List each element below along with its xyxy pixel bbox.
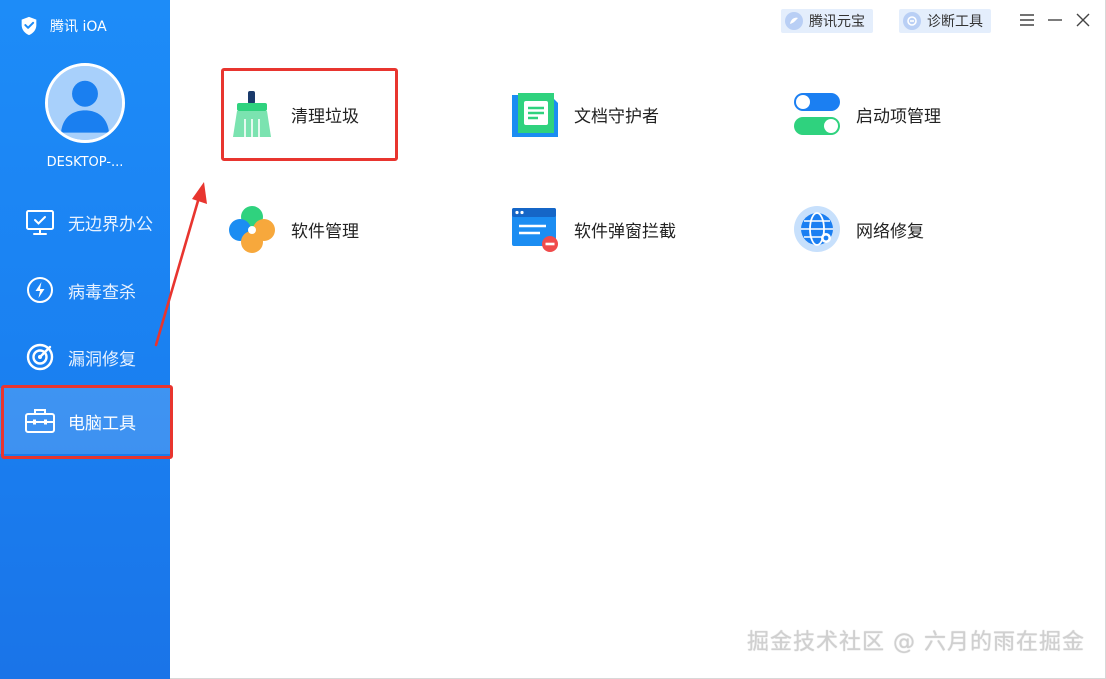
sidebar-item-antivirus[interactable]: 病毒查杀 [0,257,170,323]
broom-icon [227,89,277,139]
app-window: 腾讯 iOA DESKTOP-... 无边界办公 病毒查杀 漏洞修复 电脑工具 … [0,0,1106,679]
tool-label: 网络修复 [856,221,924,242]
tool-label: 清理垃圾 [291,106,359,127]
tool-network-repair[interactable]: 网络修复 [792,199,924,259]
brand: 腾讯 iOA [18,14,107,38]
menu-button[interactable] [1015,8,1039,32]
brand-name: 腾讯 iOA [50,19,107,35]
sidebar-item-label: 病毒查杀 [68,282,136,303]
document-icon [510,89,560,139]
sidebar-item-label: 电脑工具 [68,413,136,434]
yuanbao-icon [785,12,803,30]
sidebar-item-label: 漏洞修复 [68,349,136,370]
user-avatar-icon [48,66,122,140]
tool-label: 软件弹窗拦截 [574,221,676,242]
sidebar-item-borderless-office[interactable]: 无边界办公 [0,189,170,255]
diagnostic-tools-button[interactable]: 诊断工具 [899,9,991,33]
clover-icon [227,204,277,254]
toggle-icon [792,89,842,139]
diagnostic-icon [903,12,921,30]
tool-popup-blocker[interactable]: 软件弹窗拦截 [510,199,676,259]
lightning-circle-icon [24,274,56,306]
toolbox-icon [24,405,56,437]
monitor-check-icon [24,206,56,238]
shield-logo-icon [21,16,37,36]
avatar[interactable] [45,63,125,143]
pill-label: 诊断工具 [927,14,983,30]
tool-label: 软件管理 [291,221,359,242]
close-icon [1076,13,1090,27]
watermark: 掘金技术社区 @ 六月的雨在掘金 [747,630,1085,655]
tool-startup-manager[interactable]: 启动项管理 [792,84,941,144]
tool-label: 启动项管理 [856,106,941,127]
title-bar: 腾讯元宝 诊断工具 [170,0,1106,44]
yuanbao-button[interactable]: 腾讯元宝 [781,9,873,33]
popup-block-icon [510,204,560,254]
tool-label: 文档守护者 [574,106,659,127]
target-icon [24,341,56,373]
sidebar-item-pc-tools[interactable]: 电脑工具 [0,388,170,454]
sidebar: 腾讯 iOA DESKTOP-... 无边界办公 病毒查杀 漏洞修复 电脑工具 [0,0,170,679]
tool-software-manager[interactable]: 软件管理 [227,199,359,259]
sidebar-item-label: 无边界办公 [68,214,153,235]
close-button[interactable] [1071,8,1095,32]
sidebar-item-vulnerability-fix[interactable]: 漏洞修复 [0,324,170,390]
tool-document-guardian[interactable]: 文档守护者 [510,84,659,144]
minimize-button[interactable] [1043,8,1067,32]
minimize-icon [1048,19,1062,21]
globe-icon [792,204,842,254]
device-name: DESKTOP-... [46,155,124,170]
hamburger-icon [1020,14,1034,26]
pill-label: 腾讯元宝 [809,14,865,30]
tool-clean-junk[interactable]: 清理垃圾 [227,84,359,144]
